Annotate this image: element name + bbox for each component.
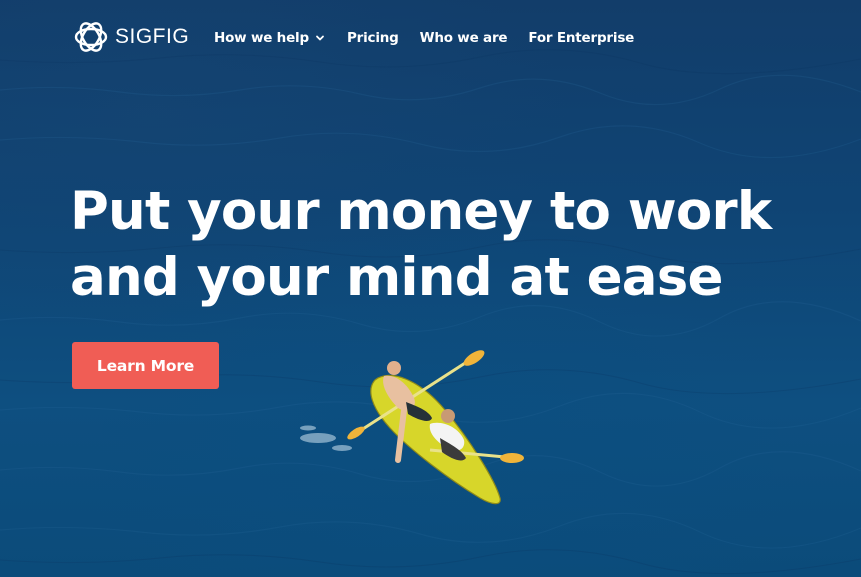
- nav-item-pricing[interactable]: Pricing: [347, 30, 399, 46]
- headline-line-2: and your mind at ease: [70, 247, 723, 308]
- nav-item-label: How we help: [214, 30, 309, 46]
- nav-item-how-we-help[interactable]: How we help: [214, 30, 326, 46]
- top-navigation: SIGFIG How we help Pricing Who we are Fo…: [0, 0, 861, 76]
- hero-section: SIGFIG How we help Pricing Who we are Fo…: [0, 0, 861, 577]
- nav-item-for-enterprise[interactable]: For Enterprise: [528, 30, 634, 46]
- kayak-with-paddlers-image: [300, 350, 524, 505]
- interlocking-rings-logo-icon: [74, 22, 108, 52]
- learn-more-button[interactable]: Learn More: [72, 342, 219, 389]
- nav-menu: How we help Pricing Who we are For Enter…: [214, 29, 634, 47]
- headline-line-1: Put your money to work: [70, 181, 772, 242]
- hero-headline: Put your money to work and your mind at …: [70, 179, 772, 311]
- chevron-down-icon: [316, 35, 324, 41]
- brand-name: SIGFIG: [115, 25, 190, 48]
- nav-item-who-we-are[interactable]: Who we are: [420, 30, 508, 46]
- sigfig-logo[interactable]: SIGFIG: [72, 18, 189, 56]
